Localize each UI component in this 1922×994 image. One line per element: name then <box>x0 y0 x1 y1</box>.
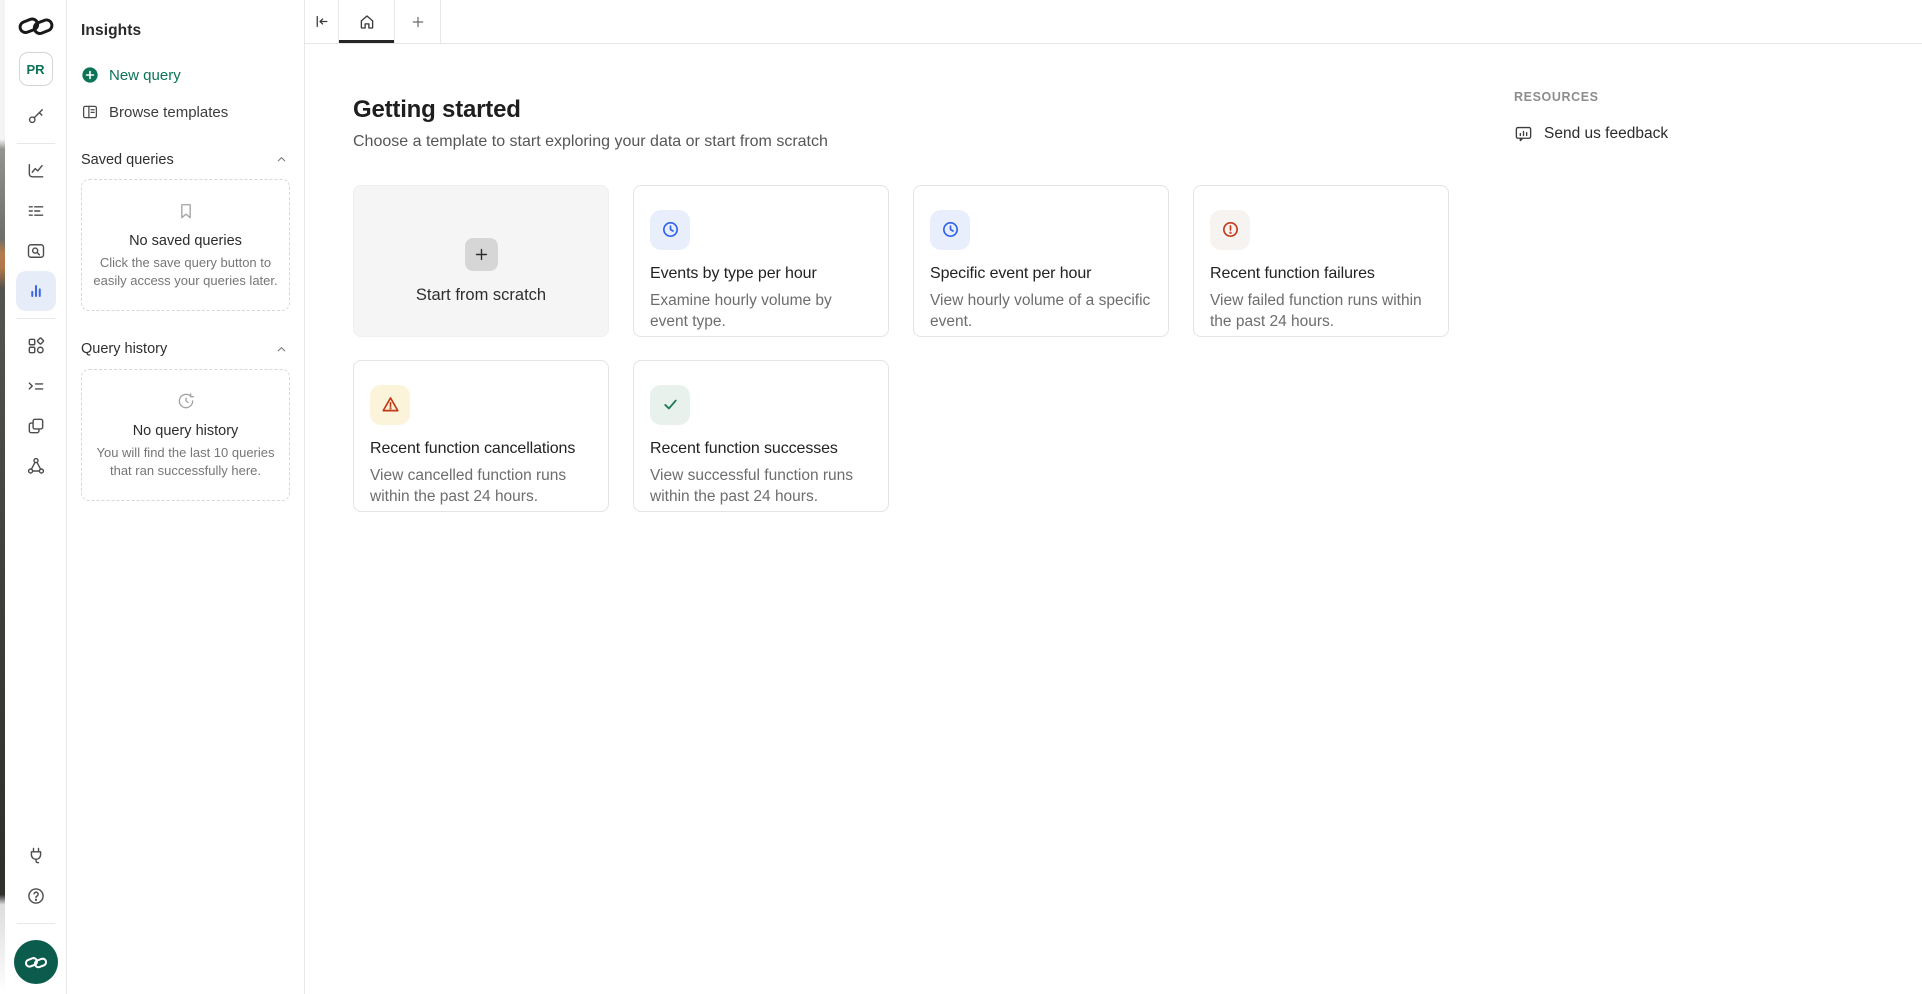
tab-separator <box>440 0 441 43</box>
tab-bar <box>305 0 1922 44</box>
query-history-empty-title: No query history <box>92 423 279 439</box>
send-feedback-label: Send us feedback <box>1544 125 1668 143</box>
rail-bottom <box>14 836 58 994</box>
new-tab-button[interactable] <box>395 0 440 43</box>
resources-header: RESOURCES <box>1514 90 1668 104</box>
sidebar-title: Insights <box>81 22 290 40</box>
event-search-icon[interactable] <box>16 231 56 271</box>
saved-queries-header: Saved queries <box>81 151 290 168</box>
query-history-empty-description: You will find the last 10 queries that r… <box>92 444 279 480</box>
chevron-up-icon <box>275 343 288 356</box>
card-title: Events by type per hour <box>650 265 872 283</box>
alert-triangle-icon <box>370 385 410 425</box>
new-query-label: New query <box>109 67 181 84</box>
template-card-events-by-type[interactable]: Events by type per hour Examine hourly v… <box>633 185 889 337</box>
saved-queries-collapse-button[interactable] <box>273 151 290 168</box>
saved-queries-empty-title: No saved queries <box>92 233 279 249</box>
plus-icon <box>465 238 498 271</box>
saved-queries-empty-description: Click the save query button to easily ac… <box>92 254 279 290</box>
inngest-logo-icon <box>24 955 48 970</box>
feedback-chart-bubble-icon <box>1514 124 1533 143</box>
card-title: Recent function failures <box>1210 265 1432 283</box>
query-history-empty-state: No query history You will find the last … <box>81 369 290 501</box>
card-title: Recent function successes <box>650 440 872 458</box>
saved-queries-empty-state: No saved queries Click the save query bu… <box>81 179 290 311</box>
apps-icon[interactable] <box>16 326 56 366</box>
account-avatar[interactable] <box>14 940 58 984</box>
card-description: Examine hourly volume by event type. <box>650 291 872 333</box>
alert-circle-icon <box>1210 210 1250 250</box>
help-icon[interactable] <box>16 876 56 916</box>
query-history-collapse-button[interactable] <box>273 341 290 358</box>
insights-icon[interactable] <box>16 271 56 311</box>
inngest-logo[interactable] <box>17 14 55 38</box>
template-card-function-successes[interactable]: Recent function successes View successfu… <box>633 360 889 512</box>
rail-divider <box>17 318 55 319</box>
clock-icon <box>650 210 690 250</box>
saved-queries-label: Saved queries <box>81 152 174 168</box>
template-icon <box>81 103 99 121</box>
card-description: View successful function runs within the… <box>650 466 872 508</box>
new-query-button[interactable]: New query <box>81 66 181 84</box>
home-icon <box>358 13 376 31</box>
start-from-scratch-card[interactable]: Start from scratch <box>353 185 609 337</box>
resources-panel: RESOURCES Send us feedback <box>1514 90 1668 143</box>
rail-divider <box>17 923 55 924</box>
tab-home[interactable] <box>339 0 394 43</box>
runs-icon[interactable] <box>16 191 56 231</box>
collapse-sidebar-icon <box>313 13 330 30</box>
collapse-sidebar-button[interactable] <box>305 0 338 43</box>
browse-templates-label: Browse templates <box>109 104 228 121</box>
workspace-badge[interactable]: PR <box>19 52 53 86</box>
history-icon <box>176 391 196 411</box>
insights-sidebar: Insights New query Browse templates Save… <box>67 0 305 994</box>
template-card-specific-event[interactable]: Specific event per hour View hourly volu… <box>913 185 1169 337</box>
plus-icon <box>410 14 426 30</box>
send-feedback-button[interactable]: Send us feedback <box>1514 124 1668 143</box>
app-window: PR <box>0 0 1922 994</box>
getting-started-content: Getting started Choose a template to sta… <box>305 44 1922 512</box>
webhooks-icon[interactable] <box>16 446 56 486</box>
template-card-function-cancellations[interactable]: Recent function cancellations View cance… <box>353 360 609 512</box>
queues-icon[interactable] <box>16 366 56 406</box>
active-tab-indicator <box>339 40 394 43</box>
card-description: View failed function runs within the pas… <box>1210 291 1432 333</box>
start-from-scratch-label: Start from scratch <box>416 286 546 305</box>
template-cards-grid: Start from scratch Events by type per ho… <box>353 185 1449 512</box>
card-description: View hourly volume of a specific event. <box>930 291 1152 333</box>
bookmark-icon <box>176 201 196 221</box>
card-description: View cancelled function runs within the … <box>370 466 592 508</box>
page-subtitle: Choose a template to start exploring you… <box>353 133 1922 151</box>
check-icon <box>650 385 690 425</box>
inngest-logo-icon <box>17 14 55 38</box>
plus-circle-icon <box>81 66 99 84</box>
query-history-header: Query history <box>81 341 290 358</box>
browse-templates-button[interactable]: Browse templates <box>81 103 228 121</box>
chevron-up-icon <box>275 153 288 166</box>
card-title: Specific event per hour <box>930 265 1152 283</box>
rail-divider <box>17 143 55 144</box>
card-title: Recent function cancellations <box>370 440 592 458</box>
clock-icon <box>930 210 970 250</box>
page-title: Getting started <box>353 96 1922 124</box>
keys-icon[interactable] <box>16 96 56 136</box>
query-history-label: Query history <box>81 341 167 357</box>
icon-rail: PR <box>5 0 67 994</box>
connect-icon[interactable] <box>16 836 56 876</box>
environments-icon[interactable] <box>16 406 56 446</box>
metrics-icon[interactable] <box>16 151 56 191</box>
main-area: Getting started Choose a template to sta… <box>305 0 1922 994</box>
template-card-function-failures[interactable]: Recent function failures View failed fun… <box>1193 185 1449 337</box>
